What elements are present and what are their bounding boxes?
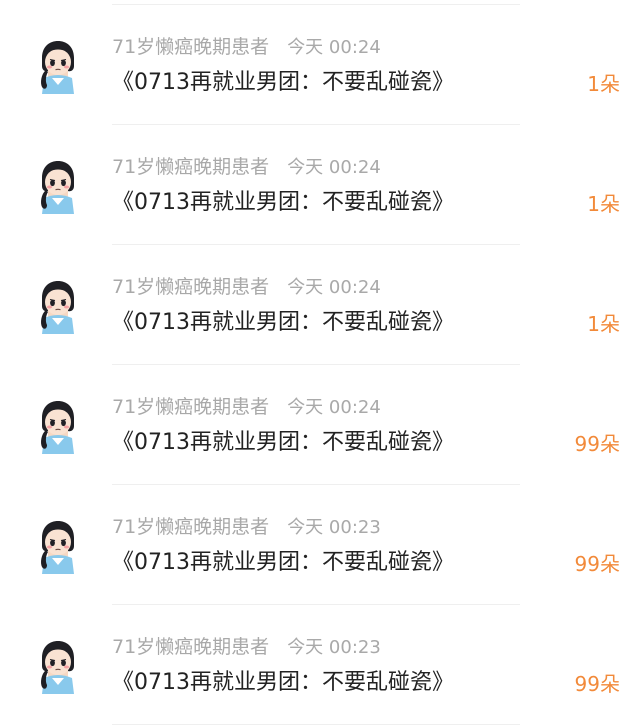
comment-text: 《0713再就业男团：不要乱碰瓷》	[112, 310, 454, 335]
username[interactable]: 71岁懒癌晚期患者	[112, 276, 269, 298]
comment-list: 71岁懒癌晚期患者今天 00:24 《0713再就业男团：不要乱碰瓷》 1朵	[0, 5, 640, 725]
avatar-icon[interactable]	[34, 278, 82, 334]
comment-row[interactable]: 71岁懒癌晚期患者 今天 00:24 《0713再就业男团：不要乱碰瓷》 1朵	[0, 5, 640, 125]
avatar-icon[interactable]	[34, 638, 82, 694]
comment-time: 今天 00:23	[287, 517, 381, 538]
comment-text: 《0713再就业男团：不要乱碰瓷》	[112, 430, 454, 455]
avatar-icon[interactable]	[34, 38, 82, 94]
comment-time: 今天 00:24	[287, 37, 381, 58]
gift-count: 1朵	[587, 72, 620, 96]
comment-meta: 71岁懒癌晚期患者 今天 00:23	[112, 635, 381, 660]
gift-count: 99朵	[574, 432, 620, 456]
username[interactable]: 71岁懒癌晚期患者	[112, 636, 269, 658]
avatar-icon[interactable]	[34, 158, 82, 214]
comment-time: 今天 00:24	[287, 397, 381, 418]
gift-count: 99朵	[574, 552, 620, 576]
comment-meta: 71岁懒癌晚期患者 今天 00:24	[112, 35, 381, 60]
avatar-icon[interactable]	[34, 398, 82, 454]
comment-text: 《0713再就业男团：不要乱碰瓷》	[112, 550, 454, 575]
gift-count: 1朵	[587, 312, 620, 336]
username[interactable]: 71岁懒癌晚期患者	[112, 156, 269, 178]
comment-row[interactable]: 71岁懒癌晚期患者 今天 00:24 《0713再就业男团：不要乱碰瓷》 1朵	[0, 245, 640, 365]
comment-row[interactable]: 71岁懒癌晚期患者 今天 00:23 《0713再就业男团：不要乱碰瓷》 99朵	[0, 485, 640, 605]
comment-meta: 71岁懒癌晚期患者 今天 00:24	[112, 395, 381, 420]
comment-time: 今天 00:23	[287, 637, 381, 658]
comment-text: 《0713再就业男团：不要乱碰瓷》	[112, 70, 454, 95]
comment-meta: 71岁懒癌晚期患者 今天 00:24	[112, 155, 381, 180]
comment-text: 《0713再就业男团：不要乱碰瓷》	[112, 190, 454, 215]
comment-row[interactable]: 71岁懒癌晚期患者 今天 00:24 《0713再就业男团：不要乱碰瓷》 99朵	[0, 365, 640, 485]
username[interactable]: 71岁懒癌晚期患者	[112, 396, 269, 418]
comment-meta: 71岁懒癌晚期患者 今天 00:24	[112, 275, 381, 300]
gift-count: 99朵	[574, 672, 620, 696]
comment-time: 今天 00:24	[287, 277, 381, 298]
comment-text: 《0713再就业男团：不要乱碰瓷》	[112, 670, 454, 695]
username[interactable]: 71岁懒癌晚期患者	[112, 36, 269, 58]
avatar-icon[interactable]	[34, 518, 82, 574]
comment-meta: 71岁懒癌晚期患者 今天 00:23	[112, 515, 381, 540]
comment-time: 今天 00:24	[287, 157, 381, 178]
comment-row[interactable]: 71岁懒癌晚期患者 今天 00:23 《0713再就业男团：不要乱碰瓷》 99朵	[0, 605, 640, 725]
comment-row[interactable]: 71岁懒癌晚期患者 今天 00:24 《0713再就业男团：不要乱碰瓷》 1朵	[0, 125, 640, 245]
gift-count: 1朵	[587, 192, 620, 216]
username[interactable]: 71岁懒癌晚期患者	[112, 516, 269, 538]
